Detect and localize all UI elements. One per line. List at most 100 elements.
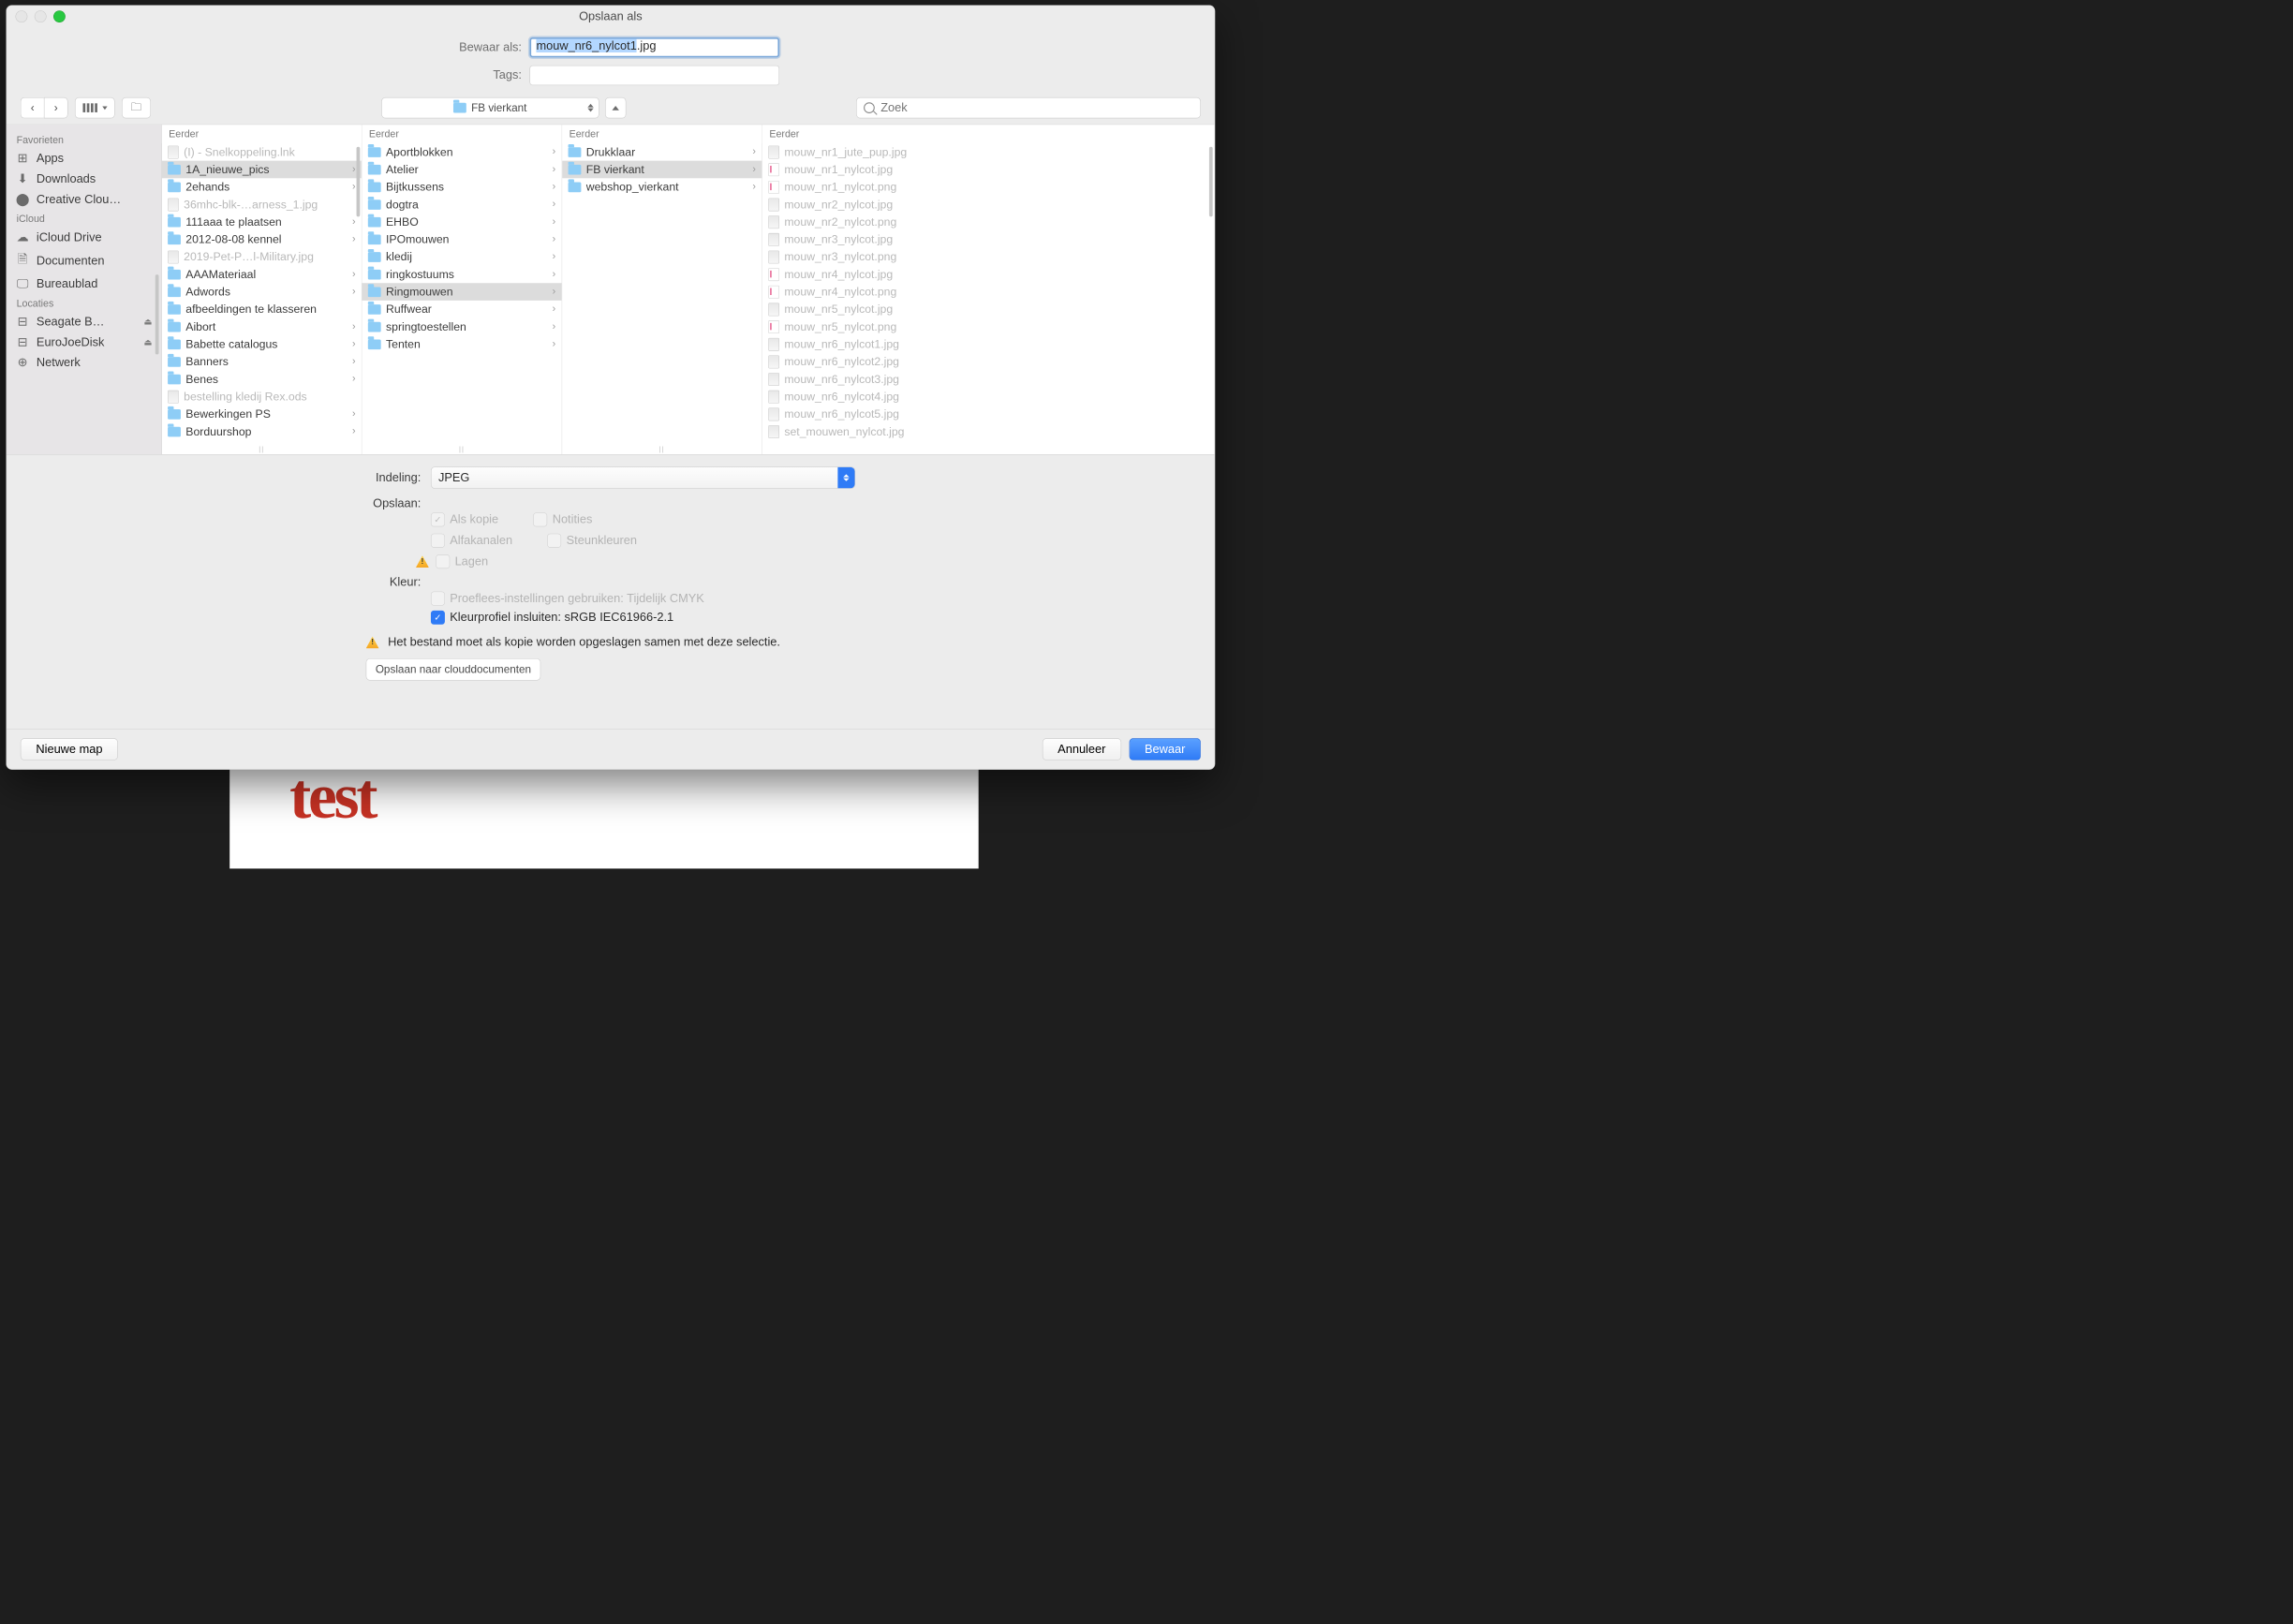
tags-label: Tags: [442, 68, 522, 82]
sidebar-item[interactable]: ⬇Downloads [7, 169, 161, 189]
file-row[interactable]: webshop_vierkant› [562, 178, 762, 196]
file-row[interactable]: Tenten› [362, 335, 561, 353]
sidebar-item[interactable]: 🗎Documenten [7, 247, 161, 273]
file-row[interactable]: mouw_nr1_nylcot.jpg [762, 161, 1214, 179]
chevron-right-icon: › [352, 338, 356, 349]
file-row[interactable]: EHBO› [362, 214, 561, 231]
sidebar-item[interactable]: ⊞Apps [7, 148, 161, 169]
folder-icon [368, 322, 381, 332]
file-label: Aportblokken [386, 145, 547, 158]
file-row[interactable]: mouw_nr6_nylcot3.jpg [762, 370, 1214, 388]
file-row[interactable]: springtoestellen› [362, 318, 561, 336]
file-row[interactable]: 36mhc-blk-…arness_1.jpg [162, 196, 362, 214]
sidebar-item[interactable]: ⊕Netwerk [7, 352, 161, 373]
file-row[interactable]: mouw_nr6_nylcot5.jpg [762, 406, 1214, 423]
file-row[interactable]: IPOmouwen› [362, 230, 561, 248]
view-mode-picker[interactable] [75, 97, 115, 118]
file-row[interactable]: mouw_nr3_nylcot.jpg [762, 230, 1214, 248]
sidebar-item[interactable]: ⊟EuroJoeDisk⏏ [7, 332, 161, 352]
file-row[interactable]: ringkostuums› [362, 266, 561, 284]
folder-icon [168, 217, 181, 228]
filename-input[interactable]: mouw_nr6_nylcot1.jpg [530, 37, 780, 57]
column-resize-handle[interactable]: || [459, 445, 465, 453]
file-row[interactable]: Borduurshop› [162, 422, 362, 440]
file-row[interactable]: Bewerkingen PS› [162, 406, 362, 423]
new-folder-button[interactable]: Nieuwe map [21, 738, 118, 760]
tags-input[interactable] [530, 66, 780, 85]
file-row[interactable]: 1A_nieuwe_pics› [162, 161, 362, 179]
sidebar-item[interactable]: ⊟Seagate B…⏏ [7, 312, 161, 332]
file-row[interactable]: Aibort› [162, 318, 362, 336]
file-row[interactable]: (I) - Snelkoppeling.lnk [162, 143, 362, 161]
folder-icon [368, 217, 381, 228]
filename-selected: mouw_nr6_nylcot1 [536, 39, 636, 52]
file-row[interactable]: mouw_nr5_nylcot.jpg [762, 301, 1214, 318]
folder-icon [168, 287, 181, 297]
file-row[interactable]: Bijtkussens› [362, 178, 561, 196]
file-row[interactable]: Babette catalogus› [162, 335, 362, 353]
file-row[interactable]: set_mouwen_nylcot.jpg [762, 422, 1214, 440]
save-button[interactable]: Bewaar [1129, 738, 1200, 760]
file-row[interactable]: mouw_nr1_nylcot.png [762, 178, 1214, 196]
sidebar-scrollbar[interactable] [155, 274, 159, 354]
file-row[interactable]: mouw_nr6_nylcot2.jpg [762, 353, 1214, 371]
file-row[interactable]: mouw_nr4_nylcot.png [762, 283, 1214, 301]
file-row[interactable]: mouw_nr2_nylcot.jpg [762, 196, 1214, 214]
cloud-button-label: Opslaan naar clouddocumenten [376, 663, 531, 676]
file-row[interactable]: 111aaa te plaatsen› [162, 214, 362, 231]
forward-button[interactable]: › [44, 97, 68, 118]
file-row[interactable]: mouw_nr2_nylcot.png [762, 214, 1214, 231]
search-field[interactable] [856, 97, 1201, 118]
file-row[interactable]: Adwords› [162, 283, 362, 301]
file-row[interactable]: 2012-08-08 kennel› [162, 230, 362, 248]
file-row[interactable]: mouw_nr6_nylcot1.jpg [762, 335, 1214, 353]
format-popup[interactable]: JPEG [431, 466, 855, 488]
folder-icon [168, 374, 181, 384]
file-row[interactable]: afbeeldingen te klasseren [162, 301, 362, 318]
file-row[interactable]: mouw_nr6_nylcot4.jpg [762, 388, 1214, 406]
sidebar-item[interactable]: ⬤Creative Clou… [7, 189, 161, 210]
image-file-icon [168, 198, 179, 211]
file-row[interactable]: Aportblokken› [362, 143, 561, 161]
file-row[interactable]: kledij› [362, 248, 561, 266]
format-value: JPEG [438, 471, 469, 485]
file-row[interactable]: Drukklaar› [562, 143, 762, 161]
filename-extension: .jpg [637, 39, 657, 52]
layers-label: Lagen [455, 554, 489, 568]
file-row[interactable]: FB vierkant› [562, 161, 762, 179]
file-row[interactable]: Atelier› [362, 161, 561, 179]
eject-icon[interactable]: ⏏ [143, 337, 152, 347]
search-input[interactable] [880, 100, 1193, 115]
embed-profile-checkbox[interactable]: ✓Kleurprofiel insluiten: sRGB IEC61966-2… [431, 611, 673, 625]
file-row[interactable]: 2ehands› [162, 178, 362, 196]
file-row[interactable]: mouw_nr4_nylcot.jpg [762, 266, 1214, 284]
sidebar-item[interactable]: ☁iCloud Drive [7, 228, 161, 248]
eject-icon[interactable]: ⏏ [143, 317, 152, 327]
scrollbar[interactable] [357, 147, 361, 217]
column-resize-handle[interactable]: || [659, 445, 665, 453]
file-row[interactable]: AAAMateriaal› [162, 266, 362, 284]
sidebar-item-icon: ⊟ [16, 315, 30, 329]
group-button[interactable]: 🗀 [122, 97, 151, 118]
back-button[interactable]: ‹ [21, 97, 44, 118]
file-row[interactable]: Banners› [162, 353, 362, 371]
file-row[interactable]: 2019-Pet-P…l-Military.jpg [162, 248, 362, 266]
file-row[interactable]: bestelling kledij Rex.ods [162, 388, 362, 406]
sidebar-item[interactable]: 🖵Bureaublad [7, 274, 161, 294]
save-to-cloud-button[interactable]: Opslaan naar clouddocumenten [366, 658, 540, 680]
file-row[interactable]: Ringmouwen› [362, 283, 561, 301]
sidebar-item-label: Downloads [37, 172, 96, 186]
file-row[interactable]: mouw_nr5_nylcot.png [762, 318, 1214, 336]
file-row[interactable]: Ruffwear› [362, 301, 561, 318]
file-row[interactable]: mouw_nr3_nylcot.png [762, 248, 1214, 266]
file-row[interactable]: dogtra› [362, 196, 561, 214]
scrollbar[interactable] [1209, 147, 1213, 217]
file-label: springtoestellen [386, 320, 547, 333]
cancel-button[interactable]: Annuleer [1043, 738, 1121, 760]
path-popup[interactable]: FB vierkant [381, 97, 599, 118]
collapse-browser-button[interactable] [605, 97, 626, 118]
titlebar: Opslaan als [7, 6, 1215, 27]
column-resize-handle[interactable]: || [259, 445, 264, 453]
file-row[interactable]: Benes› [162, 370, 362, 388]
file-row[interactable]: mouw_nr1_jute_pup.jpg [762, 143, 1214, 161]
